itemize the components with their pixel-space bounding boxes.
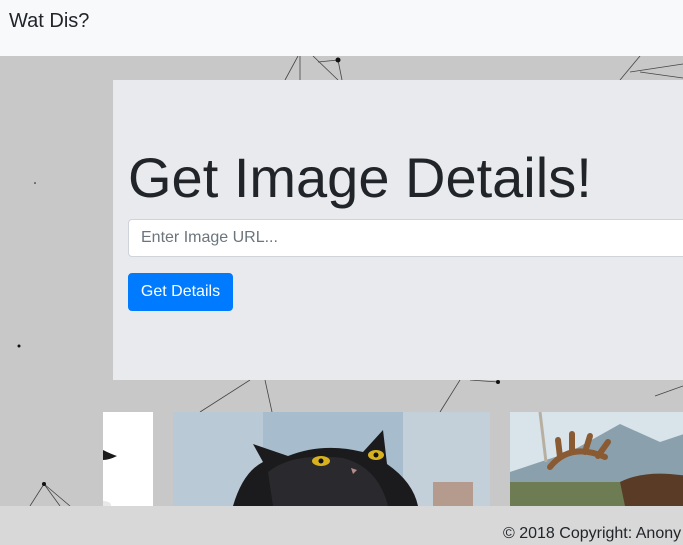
navbar-brand[interactable]: Wat Dis?	[9, 9, 89, 33]
navbar: Wat Dis?	[0, 0, 683, 56]
hero-title: Get Image Details!	[128, 146, 592, 209]
bird-image	[103, 412, 153, 506]
gallery-image-bird[interactable]	[103, 412, 153, 506]
cat-image	[173, 412, 490, 506]
image-url-input[interactable]	[128, 219, 683, 257]
footer-copyright: © 2018 Copyright: Anony	[503, 525, 682, 542]
get-details-button[interactable]: Get Details	[128, 273, 233, 311]
gallery-image-moose[interactable]	[510, 412, 683, 506]
gallery-image-cat[interactable]	[173, 412, 490, 506]
moose-image	[510, 412, 683, 506]
